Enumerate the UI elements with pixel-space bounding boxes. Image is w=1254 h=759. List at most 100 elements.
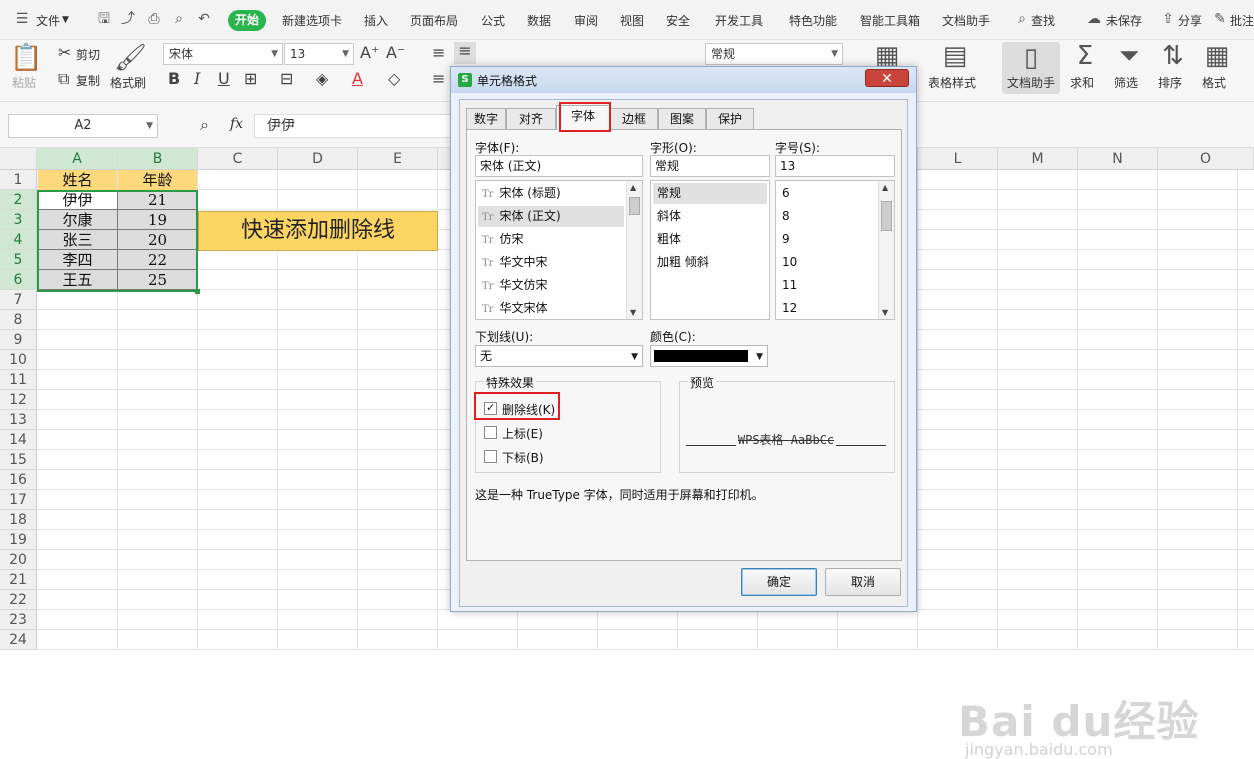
cell-style-icon[interactable]: ⊟ — [280, 70, 293, 88]
format-button[interactable]: 格式 — [1202, 74, 1226, 91]
cell-b2[interactable]: 21 — [118, 190, 198, 210]
font-grow-icon[interactable]: A⁺ — [360, 44, 379, 62]
subscript-checkbox[interactable] — [484, 450, 497, 463]
style-list[interactable]: 常规 斜体 粗体 加粗 倾斜 — [650, 180, 770, 320]
tab-formulas[interactable]: 公式 — [481, 12, 505, 29]
tab-alignment[interactable]: 对齐 — [506, 108, 556, 130]
row-header[interactable]: 7 — [0, 290, 37, 310]
cell-b1[interactable]: 年龄 — [118, 170, 197, 190]
align-top-icon[interactable]: ≡ — [432, 44, 445, 62]
list-item[interactable]: Tr 华文中宋 — [478, 252, 624, 273]
cell-a6[interactable]: 王五 — [38, 270, 118, 290]
sum-button[interactable]: 求和 — [1070, 74, 1094, 91]
comment-button[interactable]: 批注 — [1230, 12, 1254, 29]
cell-a5[interactable]: 李四 — [38, 250, 118, 270]
hamburger-icon[interactable]: ☰ — [14, 11, 30, 27]
tab-font[interactable]: 字体 — [556, 105, 610, 130]
copy-icon[interactable]: ⧉ — [58, 70, 69, 88]
list-item[interactable]: 11 — [778, 275, 878, 296]
share-icon[interactable]: ⇪ — [1160, 11, 1176, 27]
column-header-o[interactable]: O — [1158, 148, 1254, 170]
row-header[interactable]: 23 — [0, 610, 37, 630]
number-format-select[interactable]: 常规 ▼ — [705, 43, 843, 65]
paste-button[interactable]: 粘贴 — [12, 74, 36, 91]
font-shrink-icon[interactable]: A⁻ — [386, 44, 405, 62]
row-header[interactable]: 10 — [0, 350, 37, 370]
tab-special[interactable]: 特色功能 — [789, 12, 837, 29]
row-header[interactable]: 5 — [0, 250, 37, 270]
share-button[interactable]: 分享 — [1178, 12, 1202, 29]
cloud-icon[interactable]: ☁ — [1086, 11, 1102, 27]
font-list[interactable]: Tr 宋体 (标题) Tr 宋体 (正文) Tr 仿宋 Tr 华文中宋 Tr 华文仿宋 T… — [475, 180, 643, 320]
cell-a4[interactable]: 张三 — [38, 230, 118, 250]
tab-doc-helper[interactable]: 文档助手 — [942, 12, 990, 29]
print-preview-icon[interactable]: ⌕ — [171, 11, 187, 27]
scroll-up-icon[interactable]: ▲ — [630, 183, 636, 192]
scroll-down-icon[interactable]: ▼ — [630, 308, 636, 317]
paste-icon[interactable]: 📋 — [10, 44, 42, 72]
list-item[interactable]: Tr 华文宋体 — [478, 298, 624, 319]
zoom-icon[interactable]: ⌕ — [200, 116, 209, 134]
formula-input[interactable]: 伊伊 — [254, 114, 454, 138]
cell-a1[interactable]: 姓名 — [38, 170, 117, 190]
subscript-label[interactable]: 下标(B) — [502, 449, 544, 466]
cell-b5[interactable]: 22 — [118, 250, 198, 270]
tab-new[interactable]: 新建选项卡 — [282, 12, 342, 29]
row-header[interactable]: 22 — [0, 590, 37, 610]
save-icon[interactable]: 🖫 — [96, 11, 112, 27]
size-list-scrollbar[interactable]: ▲ ▼ — [878, 181, 894, 319]
list-item[interactable]: 9 — [778, 229, 878, 250]
tab-pattern[interactable]: 图案 — [658, 108, 706, 130]
tab-border[interactable]: 边框 — [610, 108, 658, 130]
list-item[interactable]: Tr 宋体 (正文) — [478, 206, 624, 227]
comment-icon[interactable]: ✎ — [1212, 11, 1228, 27]
bold-icon[interactable]: B — [168, 70, 180, 88]
font-size-select[interactable]: 13 ▼ — [284, 43, 354, 65]
strikethrough-checkbox[interactable]: ✓ — [484, 401, 497, 415]
size-input[interactable]: 13 — [775, 155, 895, 177]
fx-icon[interactable]: fx — [230, 116, 243, 132]
align-left-icon[interactable]: ≡ — [432, 70, 445, 88]
row-header[interactable]: 15 — [0, 450, 37, 470]
border-icon[interactable]: ⊞ — [244, 70, 257, 88]
align-middle-icon[interactable]: ≡ — [454, 42, 476, 64]
doc-helper-button[interactable]: ▯ 文档助手 — [1002, 42, 1060, 94]
row-header[interactable]: 11 — [0, 370, 37, 390]
row-header[interactable]: 18 — [0, 510, 37, 530]
scroll-down-icon[interactable]: ▼ — [882, 308, 888, 317]
ok-button[interactable]: 确定 — [741, 568, 817, 596]
column-header-c[interactable]: C — [198, 148, 278, 170]
tab-view[interactable]: 视图 — [620, 12, 644, 29]
cell-b4[interactable]: 20 — [118, 230, 198, 250]
row-header[interactable]: 8 — [0, 310, 37, 330]
search-icon[interactable]: ⌕ — [1014, 11, 1030, 27]
copy-button[interactable]: 复制 — [76, 72, 100, 89]
size-list[interactable]: 6 8 9 10 11 12 ▲ ▼ — [775, 180, 895, 320]
share-link-icon[interactable]: ⤴ — [120, 11, 136, 27]
underline-icon[interactable]: U — [218, 70, 230, 88]
scroll-thumb[interactable] — [629, 197, 640, 215]
search-label[interactable]: 查找 — [1031, 12, 1055, 29]
tab-insert[interactable]: 插入 — [364, 12, 388, 29]
tab-protection[interactable]: 保护 — [706, 108, 754, 130]
table-style-button[interactable]: 表格样式 — [928, 74, 976, 91]
undo-icon[interactable]: ↶ — [196, 11, 212, 27]
list-item[interactable]: Tr 仿宋 — [478, 229, 624, 250]
cell-a3[interactable]: 尔康 — [38, 210, 118, 230]
column-header-a[interactable]: A — [37, 148, 118, 170]
font-list-scrollbar[interactable]: ▲ ▼ — [626, 181, 642, 319]
strikethrough-label[interactable]: 删除线(K) — [502, 401, 555, 418]
row-header[interactable]: 24 — [0, 630, 37, 650]
column-header-e[interactable]: E — [358, 148, 438, 170]
row-header[interactable]: 14 — [0, 430, 37, 450]
superscript-checkbox[interactable] — [484, 426, 497, 439]
row-header[interactable]: 21 — [0, 570, 37, 590]
unsaved-label[interactable]: 未保存 — [1106, 12, 1142, 29]
chevron-down-icon[interactable]: ▼ — [62, 15, 69, 25]
row-header[interactable]: 20 — [0, 550, 37, 570]
row-header[interactable]: 9 — [0, 330, 37, 350]
column-header-d[interactable]: D — [278, 148, 358, 170]
row-header[interactable]: 17 — [0, 490, 37, 510]
fill-color-icon[interactable]: ◈ — [316, 70, 328, 88]
row-header[interactable]: 16 — [0, 470, 37, 490]
